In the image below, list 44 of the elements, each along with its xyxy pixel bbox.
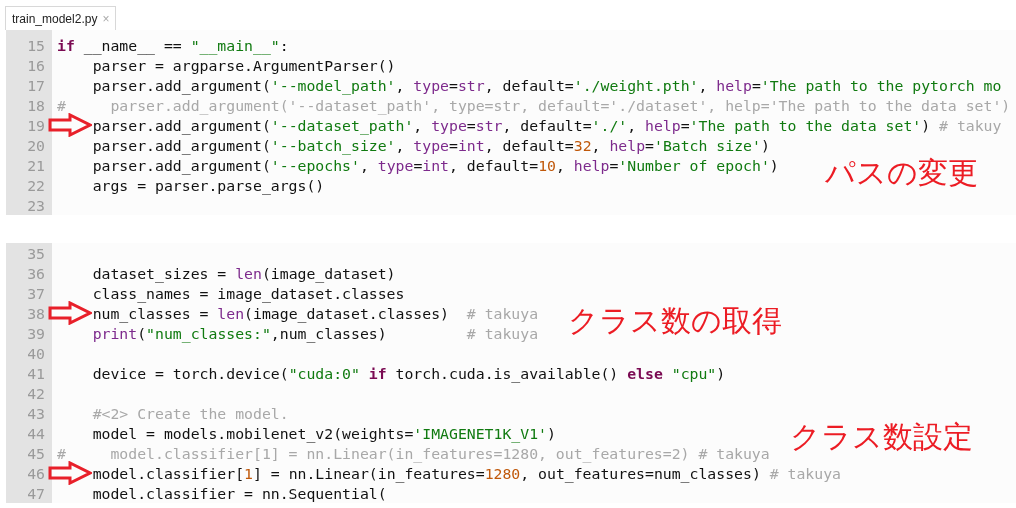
line-number: 37 [26, 284, 46, 302]
code-line: parser.add_argument('--dataset_path', type=str, default='./', help='The path to the data set') # takuy [91, 116, 1002, 134]
code-line: model.classifier[1] = nn.Linear(in_features=1280, out_features=num_classes) # takuya [91, 464, 841, 482]
line-number: 39 [26, 324, 46, 342]
annotation-text: クラス数の取得 [568, 302, 782, 340]
line-number: 38 [26, 304, 46, 322]
line-number: 19 [26, 116, 46, 134]
line-number: 36 [26, 264, 46, 282]
line-number: 16 [26, 56, 46, 74]
code-line: #<2> Create the model. [91, 404, 289, 422]
line-number: 46 [26, 464, 46, 482]
code-line: model.classifier = nn.Sequential( [91, 484, 387, 502]
line-number: 42 [26, 384, 46, 402]
code-line: # model.classifier[1] = nn.Linear(in_features=1280, out_features=2) # takuya [56, 444, 770, 462]
line-number: 47 [26, 484, 46, 502]
code-line: parser.add_argument('--batch_size', type=int, default=32, help='Batch size') [91, 136, 770, 154]
line-number: 15 [26, 36, 46, 54]
line-number: 35 [26, 244, 46, 262]
code-line: device = torch.device("cuda:0" if torch.cuda.is_available() else "cpu") [91, 364, 726, 382]
line-number: 17 [26, 76, 46, 94]
line-number: 43 [26, 404, 46, 422]
code-line: # parser.add_argument('--dataset_path', type=str, default='./dataset', help='The path to the data set') [56, 96, 1011, 114]
line-number: 44 [26, 424, 46, 442]
code-line: parser.add_argument('--epochs', type=int, default=10, help='Number of epoch') [91, 156, 779, 174]
annotation-text: パスの変更 [825, 154, 978, 192]
line-number: 21 [26, 156, 46, 174]
code-line: parser.add_argument('--model_path', type=str, default='./weight.pth', help='The path to the pytorch mo [91, 76, 1002, 94]
code-line: num_classes = len(image_dataset.classes) # takuya [91, 304, 539, 322]
line-number: 22 [26, 176, 46, 194]
code-line: args = parser.parse_args() [91, 176, 325, 194]
code-line: dataset_sizes = len(image_dataset) [91, 264, 396, 282]
line-number: 20 [26, 136, 46, 154]
code-line: model = models.mobilenet_v2(weights='IMAGENET1K_V1') [91, 424, 556, 442]
line-number: 45 [26, 444, 46, 462]
line-number: 23 [26, 196, 46, 214]
code-line: print("num_classes:",num_classes) # takuya [91, 324, 539, 342]
code-line: class_names = image_dataset.classes [91, 284, 405, 302]
file-tab[interactable]: train_model2.py × [5, 6, 117, 30]
annotation-text: クラス数設定 [790, 418, 973, 456]
code-line: parser = argparse.ArgumentParser() [91, 56, 396, 74]
line-number: 41 [26, 364, 46, 382]
line-number: 18 [26, 96, 46, 114]
line-number: 40 [26, 344, 46, 362]
code-line: if __name__ == "__main__": [56, 36, 289, 54]
